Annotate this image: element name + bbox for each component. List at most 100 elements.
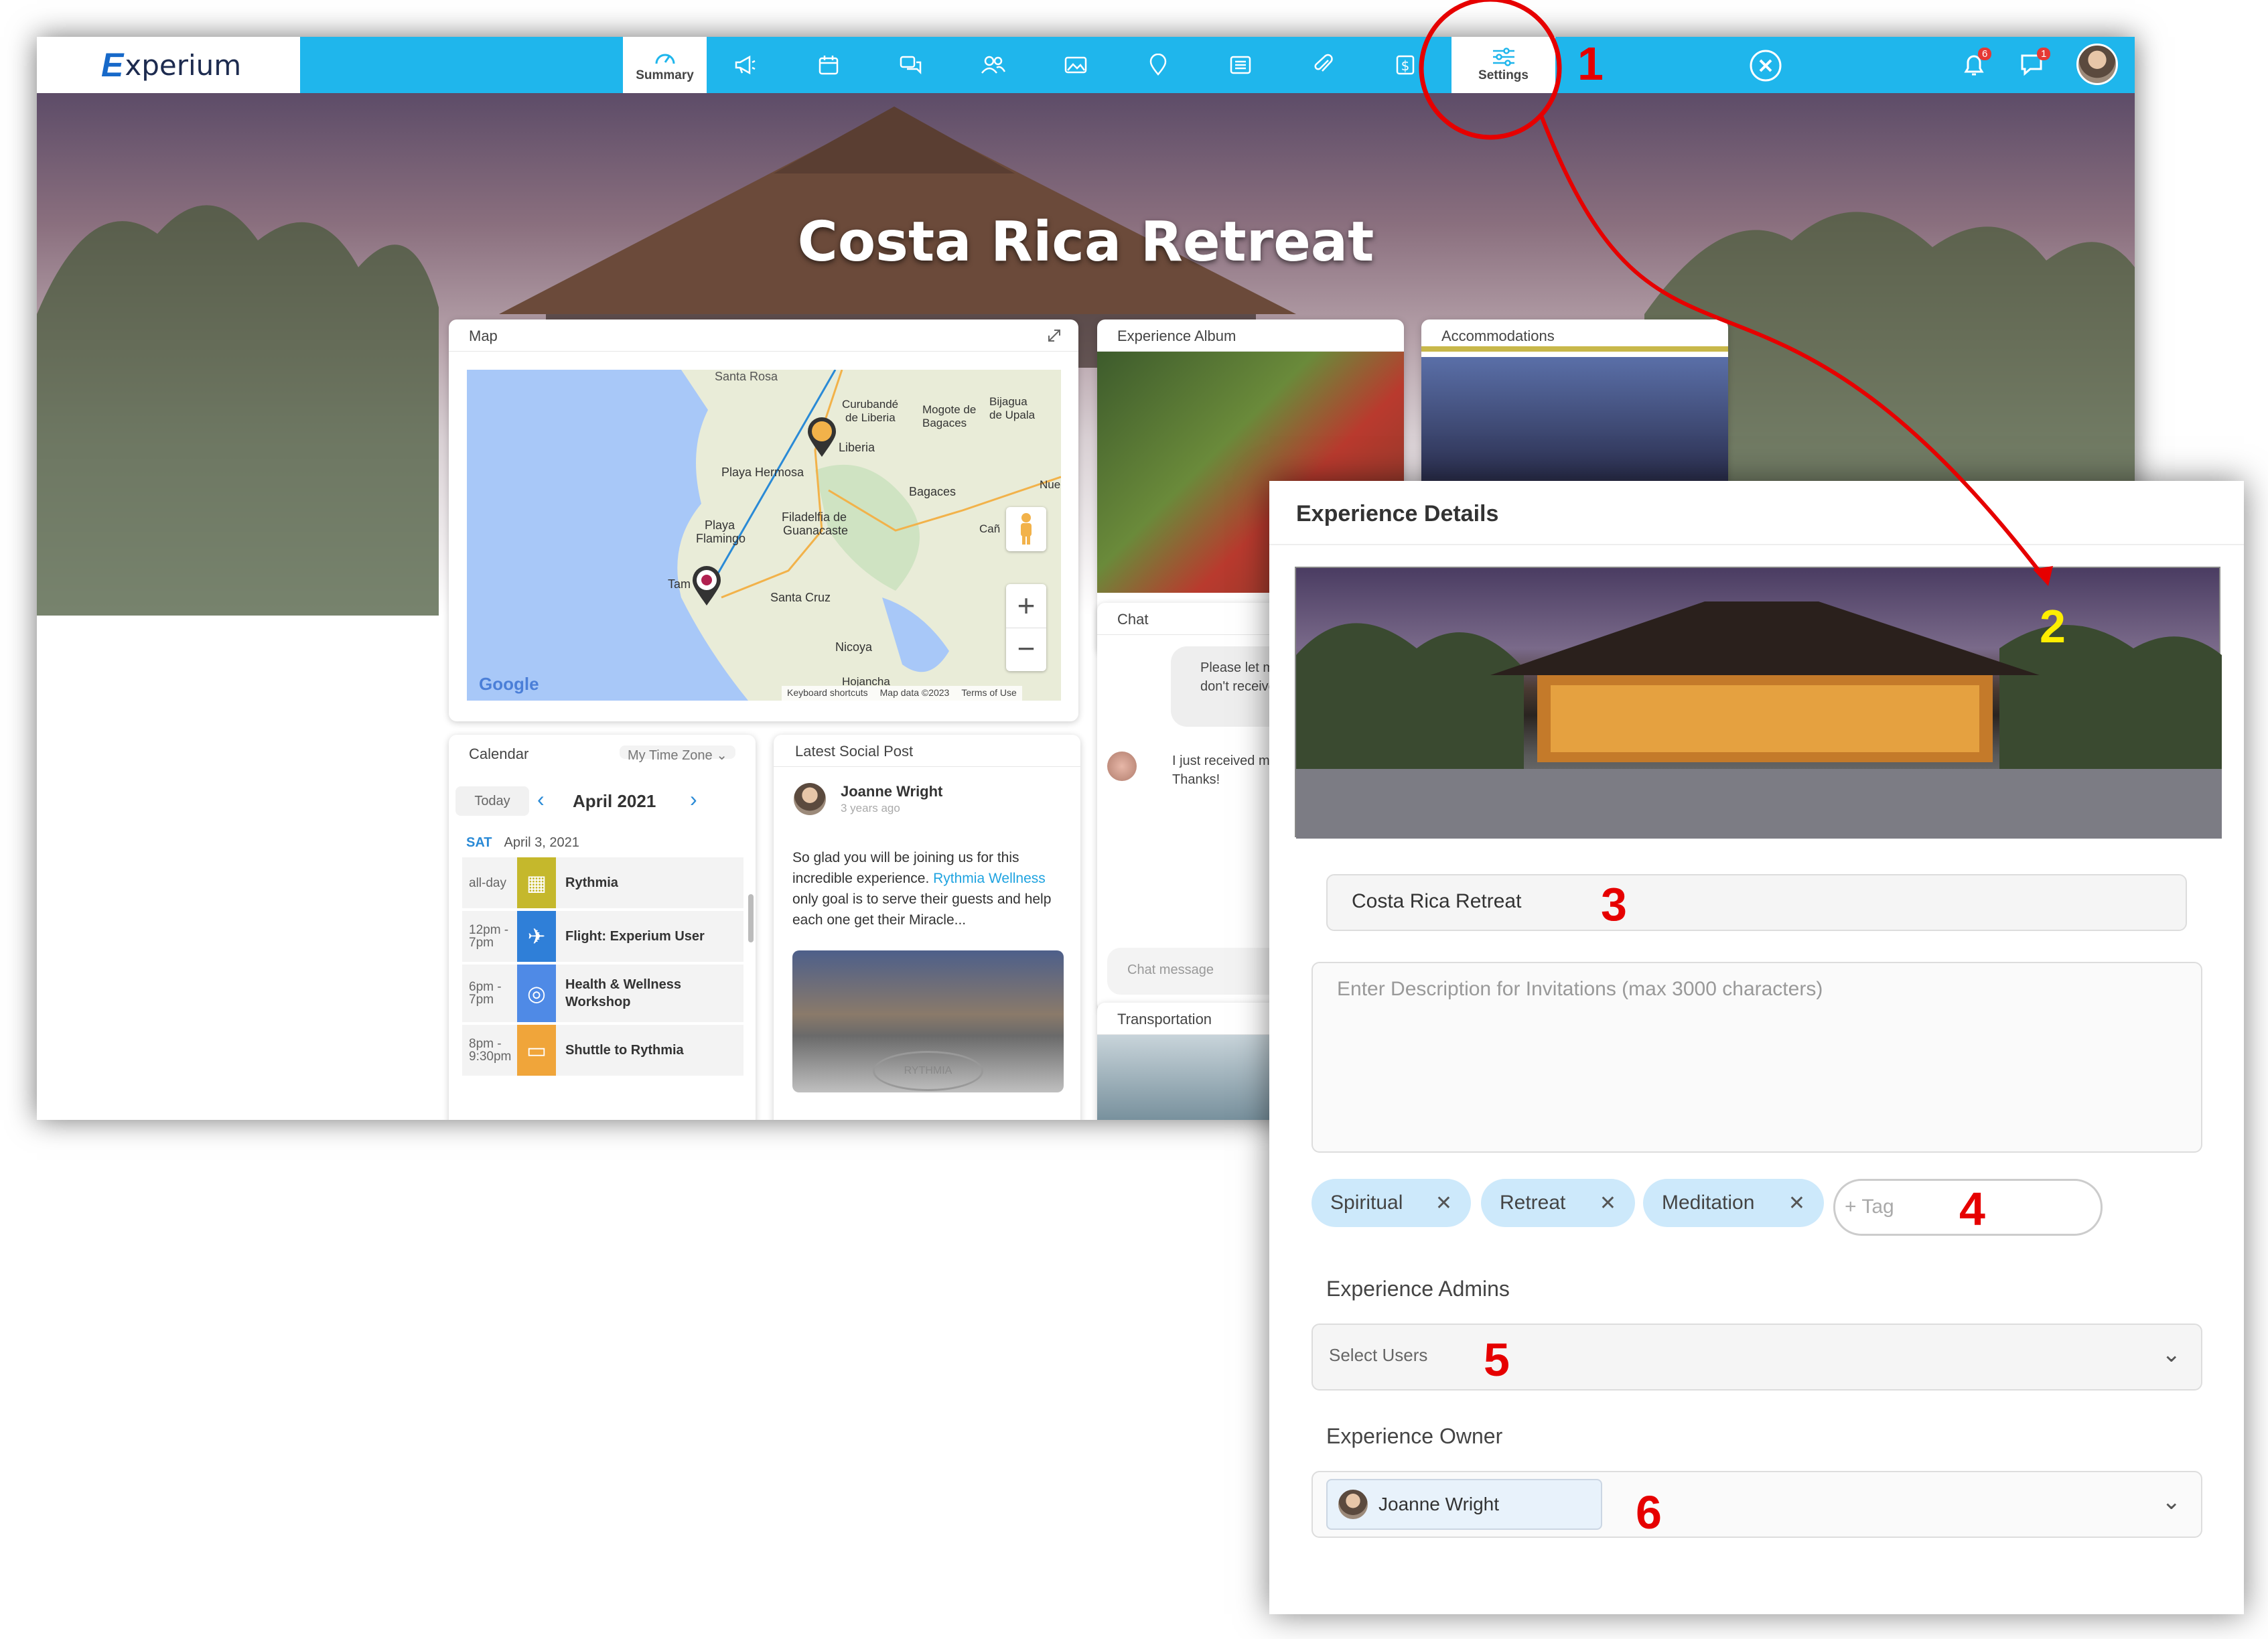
tag-retreat: Retreat ✕ xyxy=(1481,1179,1635,1227)
building-icon: ▦ xyxy=(517,857,556,908)
calendar-icon xyxy=(819,56,839,75)
keyboard-shortcuts-link[interactable]: Keyboard shortcuts xyxy=(787,687,868,699)
map-view[interactable]: Santa Rosa Curubandé de Liberia Bijagua … xyxy=(467,370,1061,701)
cover-photo-art xyxy=(1296,601,2222,839)
nav-settings[interactable]: Settings xyxy=(1451,37,1555,93)
panel-title: Experience Details xyxy=(1269,481,2244,545)
social-card: Latest Social Post Joanne Wright 3 years… xyxy=(774,735,1080,1120)
megaphone-icon xyxy=(735,55,756,75)
post-image[interactable]: RYTHMIA xyxy=(792,950,1064,1092)
top-navbar: Experium Summary $ Settings 6 1 xyxy=(37,37,2135,93)
annotation-4: 4 xyxy=(1959,1183,1985,1235)
author-avatar[interactable] xyxy=(794,783,826,815)
annotation-3: 3 xyxy=(1601,878,1627,930)
prev-month-button[interactable]: ‹ xyxy=(537,787,545,812)
messages-button[interactable]: 1 xyxy=(2018,48,2051,83)
remove-tag-button[interactable]: ✕ xyxy=(1600,1192,1616,1215)
sliders-icon xyxy=(1492,47,1514,66)
annotation-2: 2 xyxy=(2040,600,2066,652)
map-card: Map Santa Rosa Curubandé de Liberia Bija… xyxy=(449,319,1078,721)
owner-select[interactable]: Joanne Wright ⌄ xyxy=(1312,1471,2202,1538)
calendar-scrollbar[interactable] xyxy=(748,894,754,942)
experience-details-panel: Experience Details Costa Rica Retreat En… xyxy=(1269,481,2244,1614)
list-icon xyxy=(1230,56,1251,74)
today-button[interactable]: Today xyxy=(455,786,529,816)
admins-label: Experience Admins xyxy=(1326,1277,1510,1301)
notifications-button[interactable]: 6 xyxy=(1959,48,1992,83)
street-view-button[interactable] xyxy=(1006,507,1046,551)
image-icon xyxy=(1064,56,1087,74)
zoom-out-button[interactable]: − xyxy=(1006,628,1046,671)
dollar-icon: $ xyxy=(1396,55,1415,75)
nav-list[interactable] xyxy=(1204,37,1277,93)
calendar-header: Calendar My Time Zone ⌄ xyxy=(449,735,756,767)
plane-icon: ✈ xyxy=(517,911,556,962)
chevron-left-icon: ‹ xyxy=(537,787,545,811)
tag-spiritual: Spiritual ✕ xyxy=(1312,1179,1471,1227)
close-circle-icon xyxy=(1750,50,1782,82)
owner-chip: Joanne Wright xyxy=(1326,1479,1602,1530)
destination-pin-icon xyxy=(693,566,721,605)
nav-payments[interactable]: $ xyxy=(1368,37,1442,93)
calendar-card: Calendar My Time Zone ⌄ Today ‹ April 20… xyxy=(449,735,756,1120)
chat-message: I just received m Thanks! xyxy=(1172,754,1270,787)
zoom-controls: + − xyxy=(1006,584,1046,671)
remove-tag-button[interactable]: ✕ xyxy=(1435,1192,1452,1215)
expand-icon[interactable] xyxy=(1046,328,1062,344)
svg-text:$: $ xyxy=(1401,58,1410,74)
annotation-6: 6 xyxy=(1636,1486,1662,1539)
user-avatar[interactable] xyxy=(2076,44,2118,85)
pegman-icon xyxy=(1021,513,1032,545)
event-row[interactable]: 8pm - 9:30pm ▭ Shuttle to Rythmia xyxy=(462,1025,743,1076)
nav-gallery[interactable] xyxy=(1039,37,1113,93)
experience-name-input[interactable]: Costa Rica Retreat xyxy=(1326,874,2187,931)
nav-chat[interactable] xyxy=(874,37,948,93)
zoom-in-button[interactable]: + xyxy=(1006,584,1046,628)
nav-attachments[interactable] xyxy=(1286,37,1360,93)
logo[interactable]: Experium xyxy=(37,37,300,93)
post-link[interactable]: Rythmia Wellness xyxy=(933,871,1046,886)
event-row[interactable]: 12pm - 7pm ✈ Flight: Experium User xyxy=(462,911,743,962)
chat-icon xyxy=(900,56,922,75)
chevron-down-icon: ⌄ xyxy=(716,748,727,763)
chat-avatar xyxy=(1107,752,1137,781)
map-attribution: Keyboard shortcuts Map data ©2023 Terms … xyxy=(782,686,1022,701)
owner-label: Experience Owner xyxy=(1326,1424,1503,1448)
timezone-select[interactable]: My Time Zone ⌄ xyxy=(619,745,735,763)
event-row[interactable]: 6pm - 7pm ◎ Health & Wellness Workshop xyxy=(462,965,743,1022)
tag-meditation: Meditation ✕ xyxy=(1643,1179,1824,1227)
next-month-button[interactable]: › xyxy=(690,787,697,812)
day-header: SAT April 3, 2021 xyxy=(466,835,579,850)
bus-icon: ▭ xyxy=(517,1025,556,1076)
social-card-title: Latest Social Post xyxy=(774,735,1080,767)
google-logo: Google xyxy=(479,674,539,694)
admins-select[interactable]: Select Users ⌄ xyxy=(1312,1324,2202,1391)
notification-badge: 6 xyxy=(1978,48,1992,60)
compass-icon: ◎ xyxy=(517,965,556,1022)
annotation-1: 1 xyxy=(1577,38,1604,90)
annotation-5: 5 xyxy=(1484,1334,1510,1386)
post-text: So glad you will be joining us for this … xyxy=(792,850,1052,928)
owner-avatar xyxy=(1338,1490,1368,1519)
nav-people[interactable] xyxy=(956,37,1030,93)
nav-location[interactable] xyxy=(1121,37,1195,93)
cover-photo[interactable] xyxy=(1295,567,2222,839)
album-card-title: Experience Album xyxy=(1097,319,1404,352)
paperclip-icon xyxy=(1314,54,1333,72)
event-row[interactable]: all-day ▦ Rythmia xyxy=(462,857,743,908)
map-card-title: Map xyxy=(449,319,1078,352)
close-experience-button[interactable] xyxy=(1749,49,1782,86)
post-author[interactable]: Joanne Wright xyxy=(841,783,942,800)
terms-link[interactable]: Terms of Use xyxy=(961,687,1016,699)
nav-calendar[interactable] xyxy=(792,37,865,93)
nav-announcements[interactable] xyxy=(709,37,782,93)
remove-tag-button[interactable]: ✕ xyxy=(1788,1192,1805,1215)
description-textarea[interactable]: Enter Description for Invitations (max 3… xyxy=(1312,962,2202,1153)
experience-title: Costa Rica Retreat xyxy=(797,210,1374,274)
car-pin-icon xyxy=(808,417,836,457)
nav-summary[interactable]: Summary xyxy=(623,37,707,93)
post-time: 3 years ago xyxy=(841,802,900,814)
map-land xyxy=(677,370,1061,701)
message-badge: 1 xyxy=(2037,48,2051,60)
calendar-title: Calendar xyxy=(469,745,529,762)
